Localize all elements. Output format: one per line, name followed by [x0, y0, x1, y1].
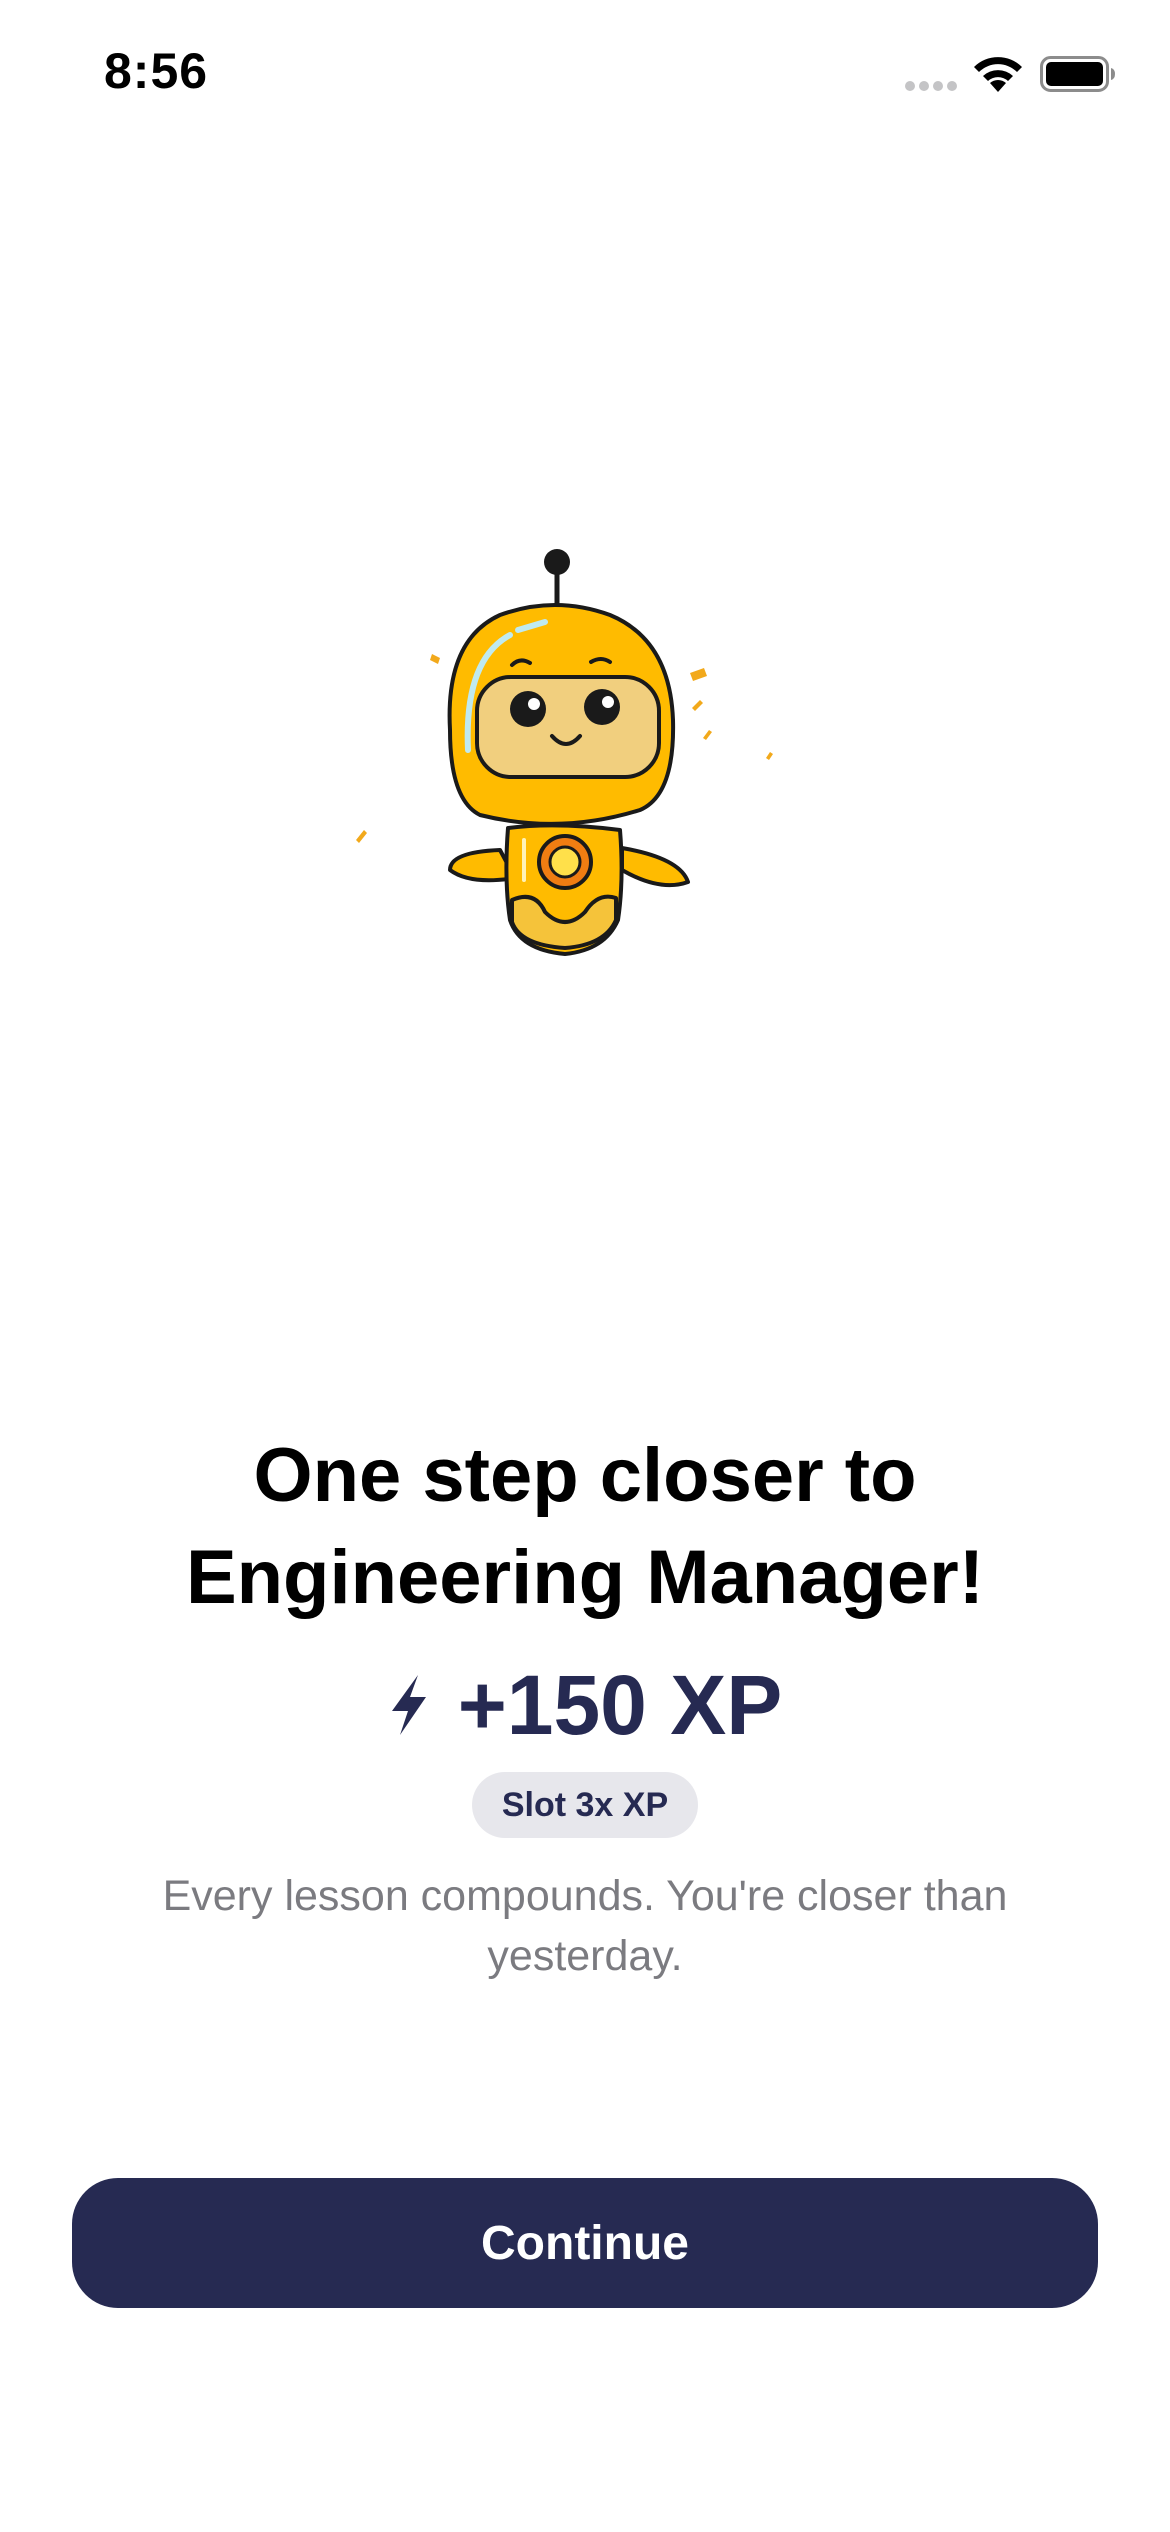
battery-icon	[1040, 56, 1115, 92]
continue-button[interactable]: Continue	[72, 2178, 1098, 2308]
robot-mascot-icon	[356, 549, 773, 956]
screen: 8:56 One step closer to Engineering Mana…	[0, 0, 1170, 2532]
xp-multiplier-badge: Slot 3x XP	[471, 1772, 699, 1838]
badge-container: Slot 3x XP	[0, 1772, 1170, 1838]
headline-line-2: Engineering Manager!	[185, 1535, 985, 1620]
status-bar: 8:56	[0, 0, 1170, 150]
xp-row: +150 XP	[0, 1655, 1170, 1755]
lightning-bolt-icon	[391, 1675, 426, 1735]
headline: One step closer to Engineering Manager!	[60, 1425, 1110, 1629]
wifi-icon	[974, 57, 1022, 92]
subtitle: Every lesson compounds. You're closer th…	[162, 1872, 1008, 1980]
status-time: 8:56	[104, 43, 209, 99]
headline-line-1: One step closer to	[253, 1433, 917, 1518]
xp-value: +150 XP	[457, 1658, 783, 1752]
cellular-signal-icon	[905, 81, 957, 91]
